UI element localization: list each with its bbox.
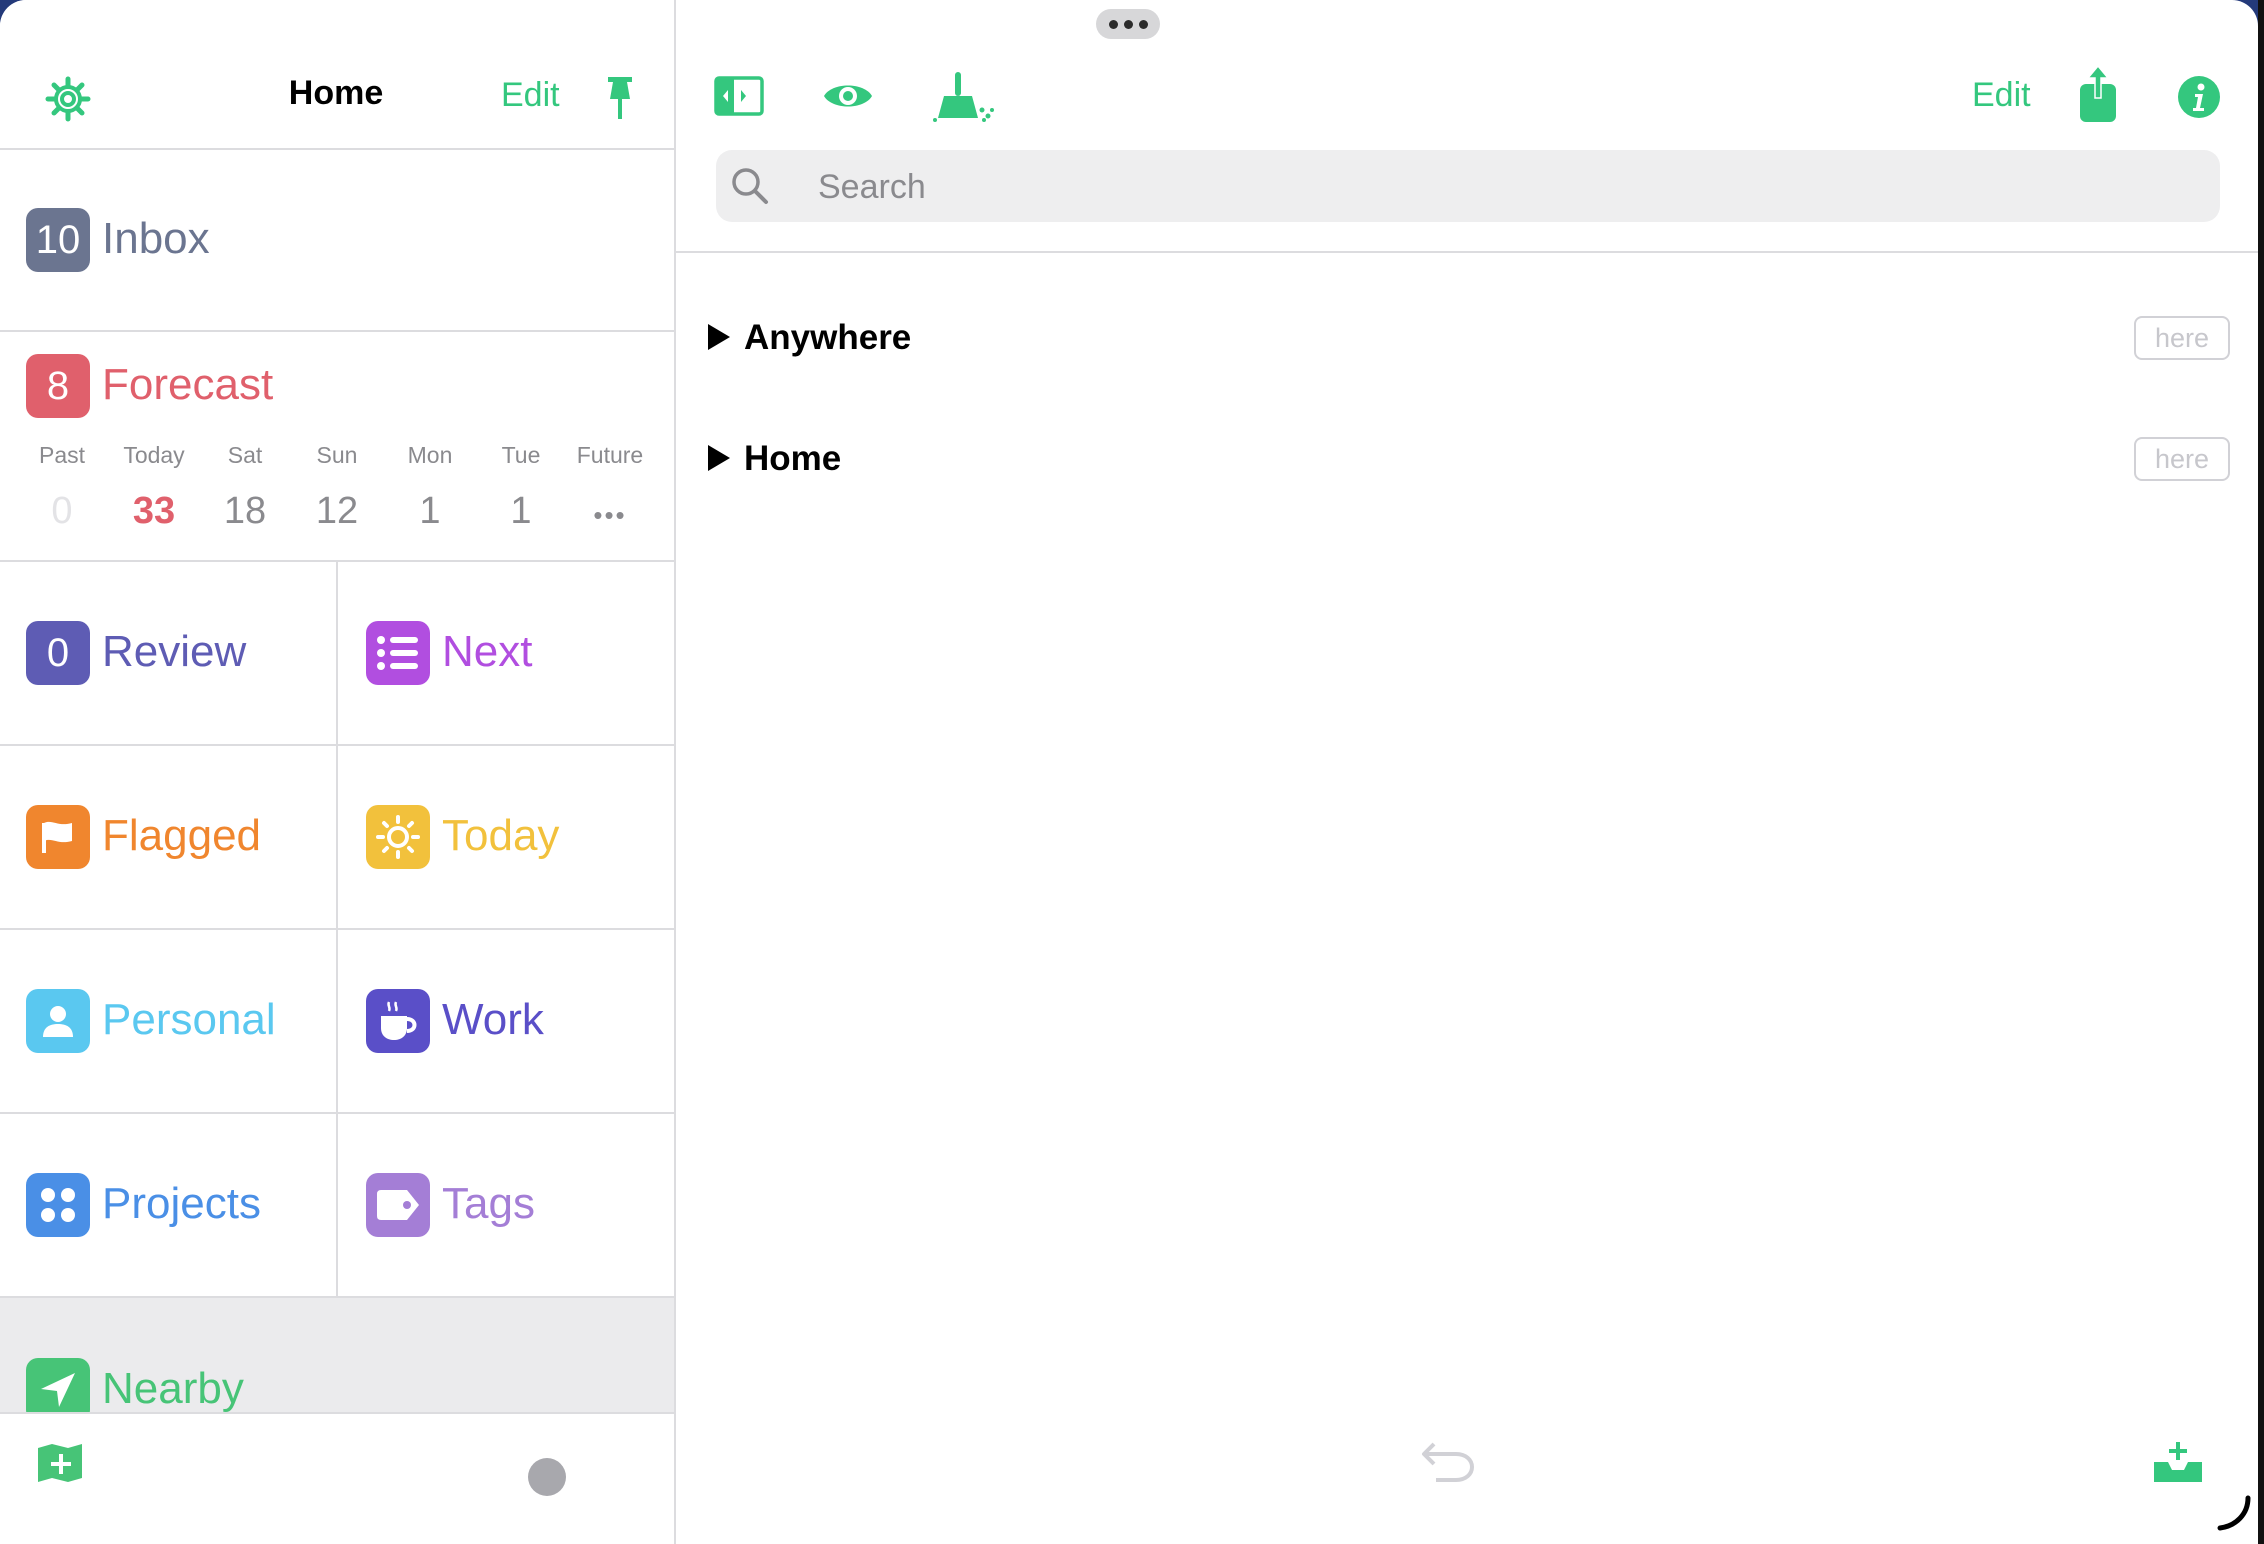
- projects-tile[interactable]: Projects: [0, 1114, 336, 1296]
- next-tile[interactable]: Next: [336, 562, 674, 744]
- search-icon: [732, 168, 768, 204]
- scroll-indicator[interactable]: [528, 1458, 566, 1496]
- here-button[interactable]: here: [2134, 316, 2230, 360]
- cup-icon: [366, 989, 430, 1053]
- forecast-day-past[interactable]: Past: [16, 442, 108, 469]
- location-row-anywhere[interactable]: Anywhere here: [676, 294, 2258, 384]
- forecast-label: Forecast: [102, 360, 274, 409]
- inbox-add-icon[interactable]: [2152, 1440, 2204, 1486]
- resize-corner-icon[interactable]: [2216, 1494, 2256, 1534]
- dots-icon: [26, 1173, 90, 1237]
- location-label: Anywhere: [744, 318, 912, 357]
- forecast-day-sun[interactable]: Sun: [291, 442, 383, 469]
- info-icon[interactable]: [2177, 75, 2221, 119]
- inbox-count-badge: 10: [26, 208, 90, 272]
- main-pane: Edit Search Anywhere here Home here: [676, 0, 2258, 1544]
- sidebar-edit-button[interactable]: Edit: [501, 76, 560, 115]
- eye-icon[interactable]: [822, 78, 874, 114]
- forecast-day-future[interactable]: Future: [564, 442, 656, 469]
- page-title: Home: [288, 74, 384, 112]
- screen-edge: [2258, 0, 2264, 1544]
- review-tile[interactable]: 0 Review: [0, 562, 336, 744]
- tags-tile[interactable]: Tags: [336, 1114, 674, 1296]
- forecast-count-tue: 1: [510, 490, 532, 532]
- tags-label: Tags: [442, 1179, 535, 1228]
- tile-row-review-next: 0 Review Next: [0, 562, 674, 746]
- location-label: Home: [744, 439, 842, 478]
- gear-icon[interactable]: [44, 75, 92, 123]
- main-edit-button[interactable]: Edit: [1972, 76, 2031, 115]
- sun-icon: [366, 805, 430, 869]
- today-tile[interactable]: Today: [336, 746, 674, 928]
- review-label: Review: [102, 627, 247, 676]
- sidebar-toggle-icon[interactable]: [714, 76, 764, 116]
- work-label: Work: [442, 995, 544, 1044]
- next-label: Next: [442, 627, 533, 676]
- sidebar: Home Edit 10 Inbox 8 Forecast Past Today…: [0, 0, 676, 1544]
- forecast-day-tue[interactable]: Tue: [475, 442, 567, 469]
- app-window: Home Edit 10 Inbox 8 Forecast Past Today…: [0, 0, 2258, 1544]
- undo-icon[interactable]: [1420, 1438, 1476, 1482]
- divider: [676, 251, 2258, 253]
- location-row-home[interactable]: Home here: [676, 415, 2258, 505]
- search-input[interactable]: Search: [818, 168, 926, 207]
- list-icon: [366, 621, 430, 685]
- personal-tile[interactable]: Personal: [0, 930, 336, 1112]
- inbox-label: Inbox: [102, 214, 210, 263]
- forecast-day-mon[interactable]: Mon: [384, 442, 476, 469]
- broom-icon[interactable]: [932, 70, 996, 124]
- forecast-count-today: 33: [132, 490, 176, 532]
- flagged-tile[interactable]: Flagged: [0, 746, 336, 928]
- disclosure-triangle-icon[interactable]: [708, 324, 730, 350]
- inbox-row[interactable]: 10 Inbox: [0, 150, 674, 332]
- forecast-count-sat: 18: [223, 490, 267, 532]
- here-button[interactable]: here: [2134, 437, 2230, 481]
- new-perspective-icon[interactable]: [34, 1442, 86, 1486]
- disclosure-triangle-icon[interactable]: [708, 445, 730, 471]
- work-tile[interactable]: Work: [336, 930, 674, 1112]
- sidebar-footer: [0, 1412, 674, 1544]
- tile-row-personal-work: Personal Work: [0, 930, 674, 1114]
- tile-row-projects-tags: Projects Tags: [0, 1114, 674, 1298]
- search-field[interactable]: Search: [716, 150, 2220, 222]
- forecast-day-today[interactable]: Today: [108, 442, 200, 469]
- tile-row-flagged-today: Flagged Today: [0, 746, 674, 930]
- forecast-count-sun: 12: [315, 490, 359, 532]
- forecast-count-future: •••: [593, 500, 627, 530]
- tag-icon: [366, 1173, 430, 1237]
- nearby-row[interactable]: Nearby: [0, 1298, 674, 1422]
- forecast-count-past: 0: [51, 490, 73, 532]
- forecast-count-badge: 8: [26, 354, 90, 418]
- pin-icon[interactable]: [600, 73, 640, 121]
- flag-icon: [26, 805, 90, 869]
- sidebar-header: Home Edit: [0, 0, 674, 150]
- share-icon[interactable]: [2076, 64, 2120, 124]
- person-icon: [26, 989, 90, 1053]
- personal-label: Personal: [102, 995, 276, 1044]
- flagged-label: Flagged: [102, 811, 262, 860]
- today-label: Today: [442, 811, 560, 860]
- forecast-day-sat[interactable]: Sat: [199, 442, 291, 469]
- forecast-count-mon: 1: [419, 490, 441, 532]
- nearby-label: Nearby: [102, 1364, 244, 1413]
- review-count-badge: 0: [26, 621, 90, 685]
- projects-label: Projects: [102, 1179, 261, 1228]
